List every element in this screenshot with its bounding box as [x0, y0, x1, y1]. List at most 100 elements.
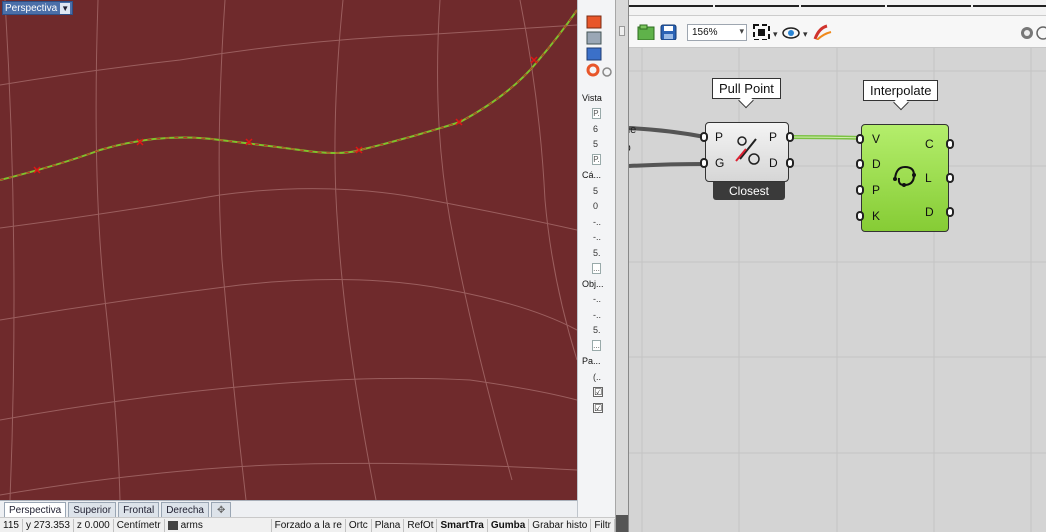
properties-row[interactable]: ☑: [582, 385, 614, 401]
properties-row[interactable]: 5: [582, 183, 614, 199]
properties-row[interactable]: -..: [582, 307, 614, 323]
pull-point-mode-tag[interactable]: Closest: [713, 182, 785, 200]
input-pin-p[interactable]: [856, 185, 864, 195]
properties-row[interactable]: 6: [582, 121, 614, 137]
display-mode-tools[interactable]: [1017, 24, 1046, 40]
input-pin-g[interactable]: [700, 158, 708, 168]
status-smarttrack[interactable]: SmartTra: [437, 518, 488, 532]
properties-row[interactable]: 5.: [582, 323, 614, 339]
output-pin-c[interactable]: [946, 139, 954, 149]
input-pin-p[interactable]: [700, 132, 708, 142]
properties-tab-icons[interactable]: [581, 12, 613, 86]
properties-row[interactable]: -..: [582, 230, 614, 246]
display-mode-icon: [1021, 26, 1046, 40]
status-planar[interactable]: Plana: [372, 518, 405, 532]
surface-isocurve: [0, 279, 577, 331]
tab-derecha[interactable]: Derecha: [161, 502, 209, 517]
pull-point-component[interactable]: P G P D: [700, 122, 794, 182]
property-text[interactable]: 5: [593, 186, 598, 196]
property-text[interactable]: -..: [593, 232, 601, 242]
input-pin-k[interactable]: [856, 211, 864, 221]
properties-row[interactable]: ...: [582, 261, 614, 277]
object-props-icon: [586, 15, 602, 29]
property-text[interactable]: 5.: [593, 325, 601, 335]
status-gumball[interactable]: Gumba: [488, 518, 530, 532]
output-pin-p[interactable]: [786, 132, 794, 142]
property-text[interactable]: 0: [593, 201, 598, 211]
property-text[interactable]: ...: [592, 340, 601, 352]
units-label[interactable]: Centímetr: [114, 518, 165, 532]
add-viewport-icon[interactable]: ✥: [211, 502, 232, 517]
property-text[interactable]: -..: [593, 294, 601, 304]
preview-eye-icon: [782, 27, 800, 39]
property-text[interactable]: P.: [592, 107, 601, 119]
input-pin-v[interactable]: [856, 134, 864, 144]
output-label-p: P: [769, 130, 778, 144]
status-snap[interactable]: Forzado a la re: [272, 518, 346, 532]
surface-isocurve: [95, 0, 121, 500]
property-text: Cá...: [582, 170, 602, 181]
perspective-viewport[interactable]: Perspectiva ▼: [0, 0, 577, 500]
tab-perspectiva[interactable]: Perspectiva: [4, 502, 67, 517]
input-pin-d[interactable]: [856, 159, 864, 169]
properties-row[interactable]: -..: [582, 292, 614, 308]
output-label-d: D: [925, 205, 934, 219]
property-checkbox[interactable]: ☑: [593, 402, 603, 413]
property-text[interactable]: -..: [593, 217, 601, 227]
layer-name: arms: [180, 519, 203, 531]
tab-frontal[interactable]: Frontal: [118, 502, 160, 517]
point-marker: [530, 56, 538, 64]
properties-row[interactable]: 5: [582, 137, 614, 153]
property-text[interactable]: 5: [593, 139, 598, 149]
properties-row[interactable]: P.: [582, 152, 614, 168]
properties-row[interactable]: ☑: [582, 400, 614, 416]
property-text[interactable]: (..: [593, 372, 601, 382]
tab-superior[interactable]: Superior: [68, 502, 117, 517]
chevron-down-icon[interactable]: ▼: [60, 2, 71, 14]
properties-panel: Vista P. 6 5 P. Cá... 5 0 -.. -.. 5.... Obj... -.. -.…: [577, 0, 615, 517]
properties-row[interactable]: P.: [582, 106, 614, 122]
open-file-icon: [637, 24, 655, 40]
property-text[interactable]: -..: [593, 310, 601, 320]
pull-point-icon: [735, 136, 760, 165]
interpolate-component[interactable]: V D P K C L D: [856, 124, 954, 232]
view-tools: ▾ ▾: [753, 24, 832, 40]
output-pin-d[interactable]: [786, 158, 794, 168]
status-record-history[interactable]: Grabar histo: [529, 518, 592, 532]
layer-indicator[interactable]: arms: [165, 518, 272, 532]
output-pin-l[interactable]: [946, 173, 954, 183]
zoom-dropdown[interactable]: 156% ▾: [687, 24, 747, 41]
zoom-extents-icon: [753, 24, 770, 40]
viewport-title-text: Perspectiva: [5, 2, 58, 14]
panel-splitter[interactable]: [615, 0, 629, 532]
properties-row[interactable]: ...: [582, 338, 614, 354]
splitter-handle[interactable]: [619, 26, 625, 36]
grasshopper-canvas[interactable]: me rp Pull Point P G P D Close: [629, 48, 1046, 532]
surface-isocurve: [334, 0, 377, 500]
property-text[interactable]: P.: [592, 154, 601, 166]
viewport-title[interactable]: Perspectiva ▼: [2, 1, 74, 15]
save-icon: [660, 24, 677, 40]
property-text[interactable]: ...: [592, 262, 601, 274]
status-osnap[interactable]: RefOt: [404, 518, 438, 532]
chevron-down-icon: ▾: [739, 26, 744, 36]
property-text[interactable]: 5.: [593, 248, 601, 258]
properties-row[interactable]: -..: [582, 214, 614, 230]
property-text: Pa...: [582, 356, 601, 367]
surface-isocurve: [4, 0, 15, 500]
input-label-d: D: [872, 157, 881, 171]
property-text[interactable]: 6: [593, 124, 598, 134]
properties-row[interactable]: (..: [582, 369, 614, 385]
status-ortho[interactable]: Ortc: [346, 518, 372, 532]
cutoff-label: me: [629, 124, 637, 136]
input-label-g: G: [715, 156, 725, 170]
status-filter[interactable]: Filtr: [591, 518, 615, 532]
material-icon: [586, 63, 600, 77]
output-pin-d[interactable]: [946, 207, 954, 217]
zoom-value: 156%: [692, 27, 718, 38]
render-props-icon: [586, 47, 602, 61]
property-checkbox[interactable]: ☑: [593, 387, 603, 398]
properties-row[interactable]: 5.: [582, 245, 614, 261]
properties-row[interactable]: 0: [582, 199, 614, 215]
output-label-l: L: [925, 171, 932, 185]
